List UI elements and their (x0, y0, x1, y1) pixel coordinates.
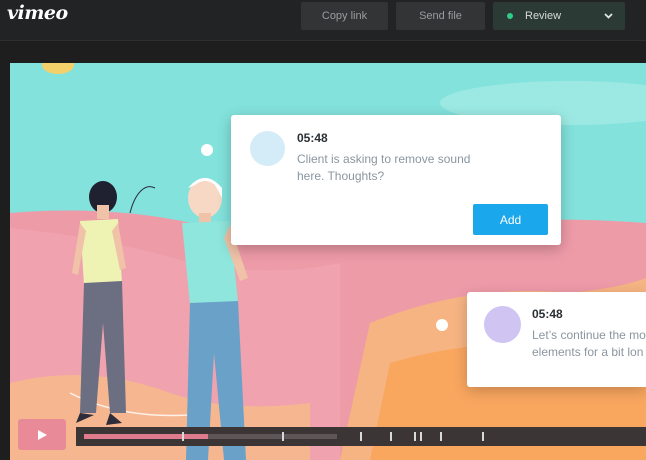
add-button[interactable]: Add (473, 204, 548, 235)
play-button[interactable] (18, 419, 66, 450)
comment-tick[interactable] (282, 432, 284, 441)
progress-bar[interactable] (84, 434, 208, 439)
comment-tick[interactable] (390, 432, 392, 441)
comment-popup: 05:48 Client is asking to remove sound h… (231, 115, 561, 245)
review-label: Review (525, 10, 562, 22)
comment-timestamp: 05:48 (532, 307, 563, 321)
comment-tick[interactable] (182, 432, 184, 441)
vimeo-logo[interactable]: vimeo (7, 2, 68, 24)
comment-text: Let’s continue the mo elements for a bit… (532, 327, 646, 361)
avatar (484, 306, 521, 343)
review-dropdown[interactable]: Review (493, 2, 625, 30)
status-dot-icon (507, 13, 513, 19)
comment-marker-dot[interactable] (436, 319, 448, 331)
top-bar: vimeo Copy link Send file Review (0, 0, 646, 40)
header-divider (0, 40, 646, 41)
play-icon (38, 429, 47, 440)
send-file-button[interactable]: Send file (396, 2, 485, 30)
comment-tick[interactable] (360, 432, 362, 441)
playback-timeline[interactable] (76, 427, 646, 446)
comment-tick[interactable] (440, 432, 442, 441)
comment-text: Client is asking to remove sound here. T… (297, 152, 471, 183)
comment-card[interactable]: 05:48 Let’s continue the mo elements for… (467, 292, 646, 387)
avatar (250, 131, 285, 166)
chevron-down-icon (604, 11, 613, 22)
comment-timestamp: 05:48 (297, 131, 328, 145)
comment-marker-dot[interactable] (201, 144, 213, 156)
comment-tick[interactable] (414, 432, 416, 441)
comment-text-line: Let’s continue the mo (532, 328, 646, 342)
copy-link-button[interactable]: Copy link (301, 2, 388, 30)
comment-text-line: elements for a bit lon (532, 345, 644, 359)
comment-tick[interactable] (482, 432, 484, 441)
comment-tick[interactable] (420, 432, 422, 441)
